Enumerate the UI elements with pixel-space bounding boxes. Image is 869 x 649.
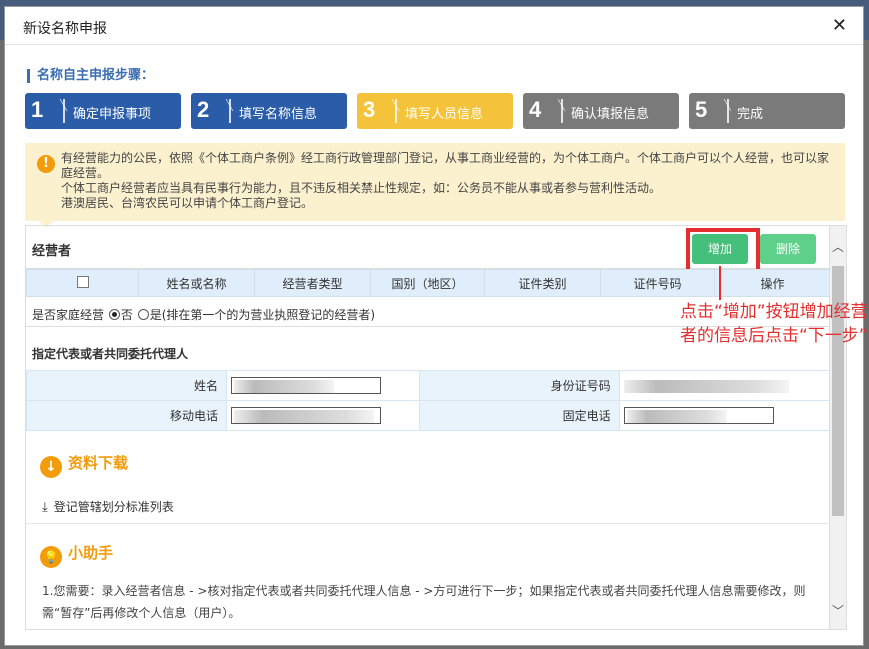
download-link[interactable]: ⤓ 登记管辖划分标准列表	[42, 498, 174, 515]
operators-title: 经营者	[32, 244, 72, 259]
downloads-header: ↓ 资料下载	[40, 452, 128, 478]
id-value	[623, 379, 789, 393]
column-header: 国别（地区）	[370, 269, 485, 297]
operators-table: 姓名或名称 经营者类型 国别（地区） 证件类别 证件号码 操作	[26, 269, 831, 297]
helper-text: 1.您需要：录入经营者信息 - >核对指定代表或者共同委托代理人信息 - >方可…	[42, 584, 806, 620]
dialog-titlebar: 新设名称申报 ✕	[5, 7, 863, 45]
family-yes-radio[interactable]	[137, 309, 149, 320]
helper-more	[42, 624, 817, 629]
step-2[interactable]: 2 填写名称信息	[191, 93, 347, 129]
step-number: 1	[31, 97, 44, 122]
family-yes-label: 是(排在第一个的为营业执照登记的经营者)	[149, 308, 376, 322]
annotation-pointer	[719, 266, 721, 300]
agent-form: 姓名 身份证号码 移动电话 固定电话	[26, 370, 832, 431]
downloads-title: 资料下载	[68, 454, 129, 472]
helper-title: 小助手	[68, 544, 114, 562]
close-icon[interactable]: ✕	[832, 15, 847, 36]
name-label: 姓名	[26, 370, 227, 401]
annotation-text: 点击“增加”按钮增加经营者的信息后点击“下一步”	[680, 302, 868, 346]
step-4[interactable]: 4 确认填报信息	[523, 93, 679, 129]
steps-label: 名称自主申报步骤：	[27, 69, 154, 83]
vertical-scrollbar[interactable]: ︿ ﹀	[829, 226, 846, 629]
column-header: 操作	[714, 269, 831, 297]
divider	[26, 523, 831, 524]
chevron-up-icon[interactable]: ︿	[832, 238, 844, 255]
step-number: 4	[529, 97, 542, 122]
chevron-right-icon	[217, 99, 231, 123]
step-number: 3	[363, 97, 376, 122]
chevron-right-icon	[383, 99, 397, 123]
family-label: 是否家庭经营	[32, 308, 105, 322]
column-header: 姓名或名称	[138, 269, 255, 297]
download-link-label: 登记管辖划分标准列表	[53, 500, 174, 514]
family-no-radio[interactable]	[108, 309, 120, 320]
select-all-header	[26, 269, 139, 297]
column-header: 证件号码	[600, 269, 715, 297]
mobile-field[interactable]	[231, 407, 381, 424]
select-all-checkbox[interactable]	[76, 275, 89, 288]
name-field[interactable]	[231, 377, 381, 394]
warning-icon: !	[37, 155, 55, 173]
family-business-row: 是否家庭经营 否 是(排在第一个的为营业执照登记的经营者)	[32, 306, 375, 323]
family-no-label: 否	[120, 308, 133, 322]
step-5[interactable]: 5 完成	[689, 93, 845, 129]
step-1[interactable]: 1 确定申报事项	[25, 93, 181, 129]
agent-title: 指定代表或者共同委托代理人	[32, 347, 189, 361]
phone-label: 固定电话	[418, 400, 620, 431]
step-label: 填写人员信息	[405, 107, 484, 122]
step-label: 完成	[737, 107, 764, 122]
lightbulb-icon: 💡	[40, 546, 62, 568]
highlight-box	[686, 228, 760, 274]
step-3[interactable]: 3 填写人员信息	[357, 93, 513, 129]
step-label: 确定申报事项	[73, 107, 152, 122]
notice-line-2: 个体工商户经营者应当具有民事行为能力，且不违反相关禁止性规定，如：公务员不能从事…	[61, 181, 662, 195]
phone-field[interactable]	[623, 407, 774, 424]
chevron-right-icon	[51, 99, 65, 123]
column-header: 证件类别	[484, 269, 601, 297]
step-indicator: 1 确定申报事项 2 填写名称信息 3 填写人员信息 4 确认填报信息 5 完成	[25, 93, 845, 129]
chevron-right-icon	[715, 99, 729, 123]
helper-header: 💡 小助手	[40, 542, 113, 568]
form-scroll-area[interactable]: 经营者 增加 删除 姓名或名称 经营者类型 国别（地区） 证件类别 证件号码 操…	[25, 225, 847, 630]
step-label: 填写名称信息	[239, 107, 318, 122]
notice-line-1: 有经营能力的公民，依照《个体工商户条例》经工商行政管理部门登记，从事工商业经营的…	[61, 151, 830, 180]
step-label: 确认填报信息	[571, 107, 650, 122]
step-number: 5	[695, 97, 708, 122]
mobile-label: 移动电话	[26, 400, 227, 431]
chevron-down-icon[interactable]: ﹀	[832, 602, 844, 619]
chevron-right-icon	[549, 99, 563, 123]
arrow-down-icon: ↓	[40, 456, 62, 478]
step-number: 2	[197, 97, 210, 122]
id-label: 身份证号码	[418, 370, 620, 401]
column-header: 经营者类型	[254, 269, 371, 297]
delete-operator-button[interactable]: 删除	[760, 234, 816, 264]
dialog-title: 新设名称申报	[23, 21, 107, 37]
operators-section-header: 经营者 增加 删除	[26, 226, 831, 274]
download-icon: ⤓	[42, 500, 48, 515]
notice-box: ! 有经营能力的公民，依照《个体工商户条例》经工商行政管理部门登记，从事工商业经…	[25, 143, 845, 228]
notice-line-3: 港澳居民、台湾农民可以申请个体工商户登记。	[61, 196, 314, 210]
